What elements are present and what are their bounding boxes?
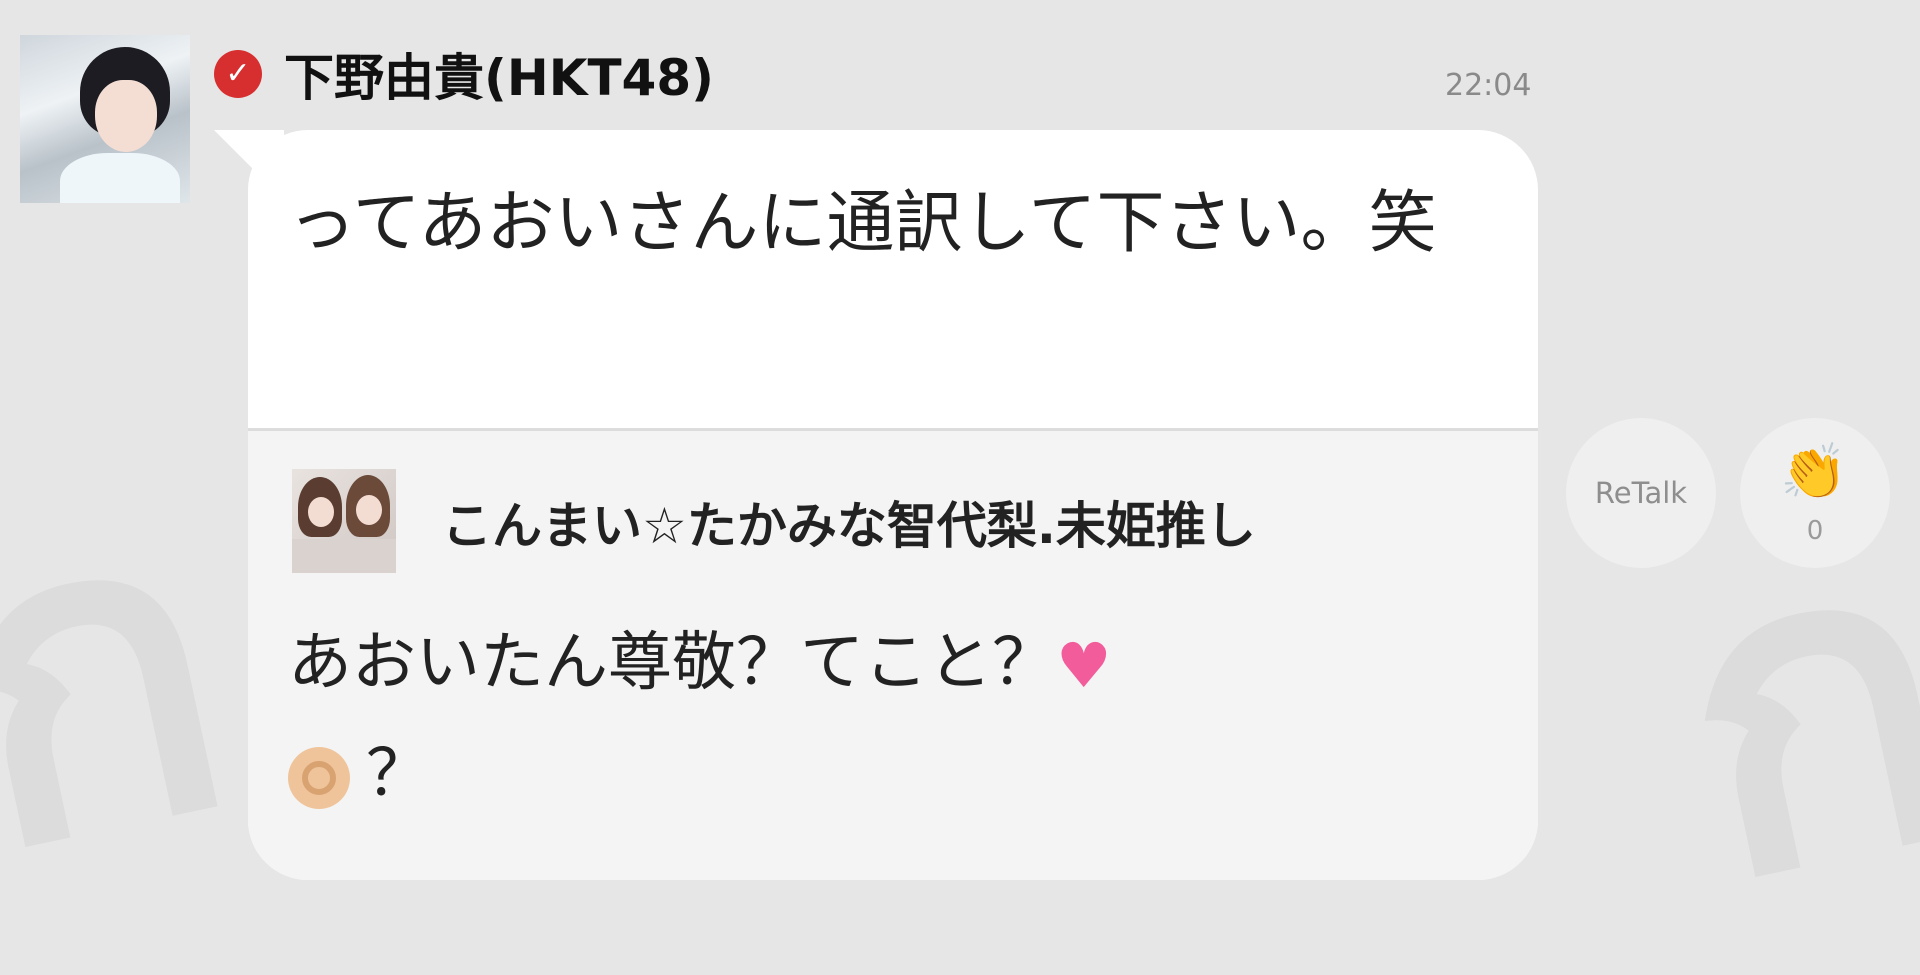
verified-check-icon: ✓ <box>214 50 262 98</box>
pink-heart-icon: ♥ <box>1056 629 1112 703</box>
clapping-hands-icon: 👏 <box>1780 440 1848 503</box>
clap-button[interactable]: 👏 0 <box>1740 418 1890 568</box>
avatar-shirt <box>60 153 180 203</box>
quoted-user-name[interactable]: こんまい☆たかみな智代梨.未姫推し <box>442 486 1256 558</box>
message-timestamp: 22:04 <box>1445 68 1532 103</box>
message-text: ってあおいさんに通訳して下さい。笑 <box>288 184 1437 263</box>
ok-hand-icon <box>288 746 350 809</box>
quoted-text-line2: ？ <box>366 737 430 812</box>
retalk-button[interactable]: ReTalk <box>1566 418 1716 568</box>
avatar-face <box>95 80 157 152</box>
clap-count: 0 <box>1806 516 1824 546</box>
quoted-message[interactable]: こんまい☆たかみな智代梨.未姫推し あおいたん尊敬？てこと？♥ ？ <box>248 428 1538 880</box>
quoted-user-avatar[interactable] <box>292 469 396 573</box>
sender-name[interactable]: 下野由貴(HKT48) <box>284 38 714 110</box>
background-watermark-left: ก <box>0 413 263 946</box>
quoted-message-text: あおいたん尊敬？てこと？♥ ？ <box>288 609 1438 828</box>
sender-avatar[interactable] <box>20 35 190 203</box>
message-bubble[interactable]: ってあおいさんに通訳して下さい。笑 こんまい☆たかみな智代梨.未姫推し あおいた… <box>248 130 1538 880</box>
retalk-label: ReTalk <box>1594 476 1688 510</box>
quoted-text-line1: あおいたん尊敬？てこと？ <box>288 626 1056 700</box>
